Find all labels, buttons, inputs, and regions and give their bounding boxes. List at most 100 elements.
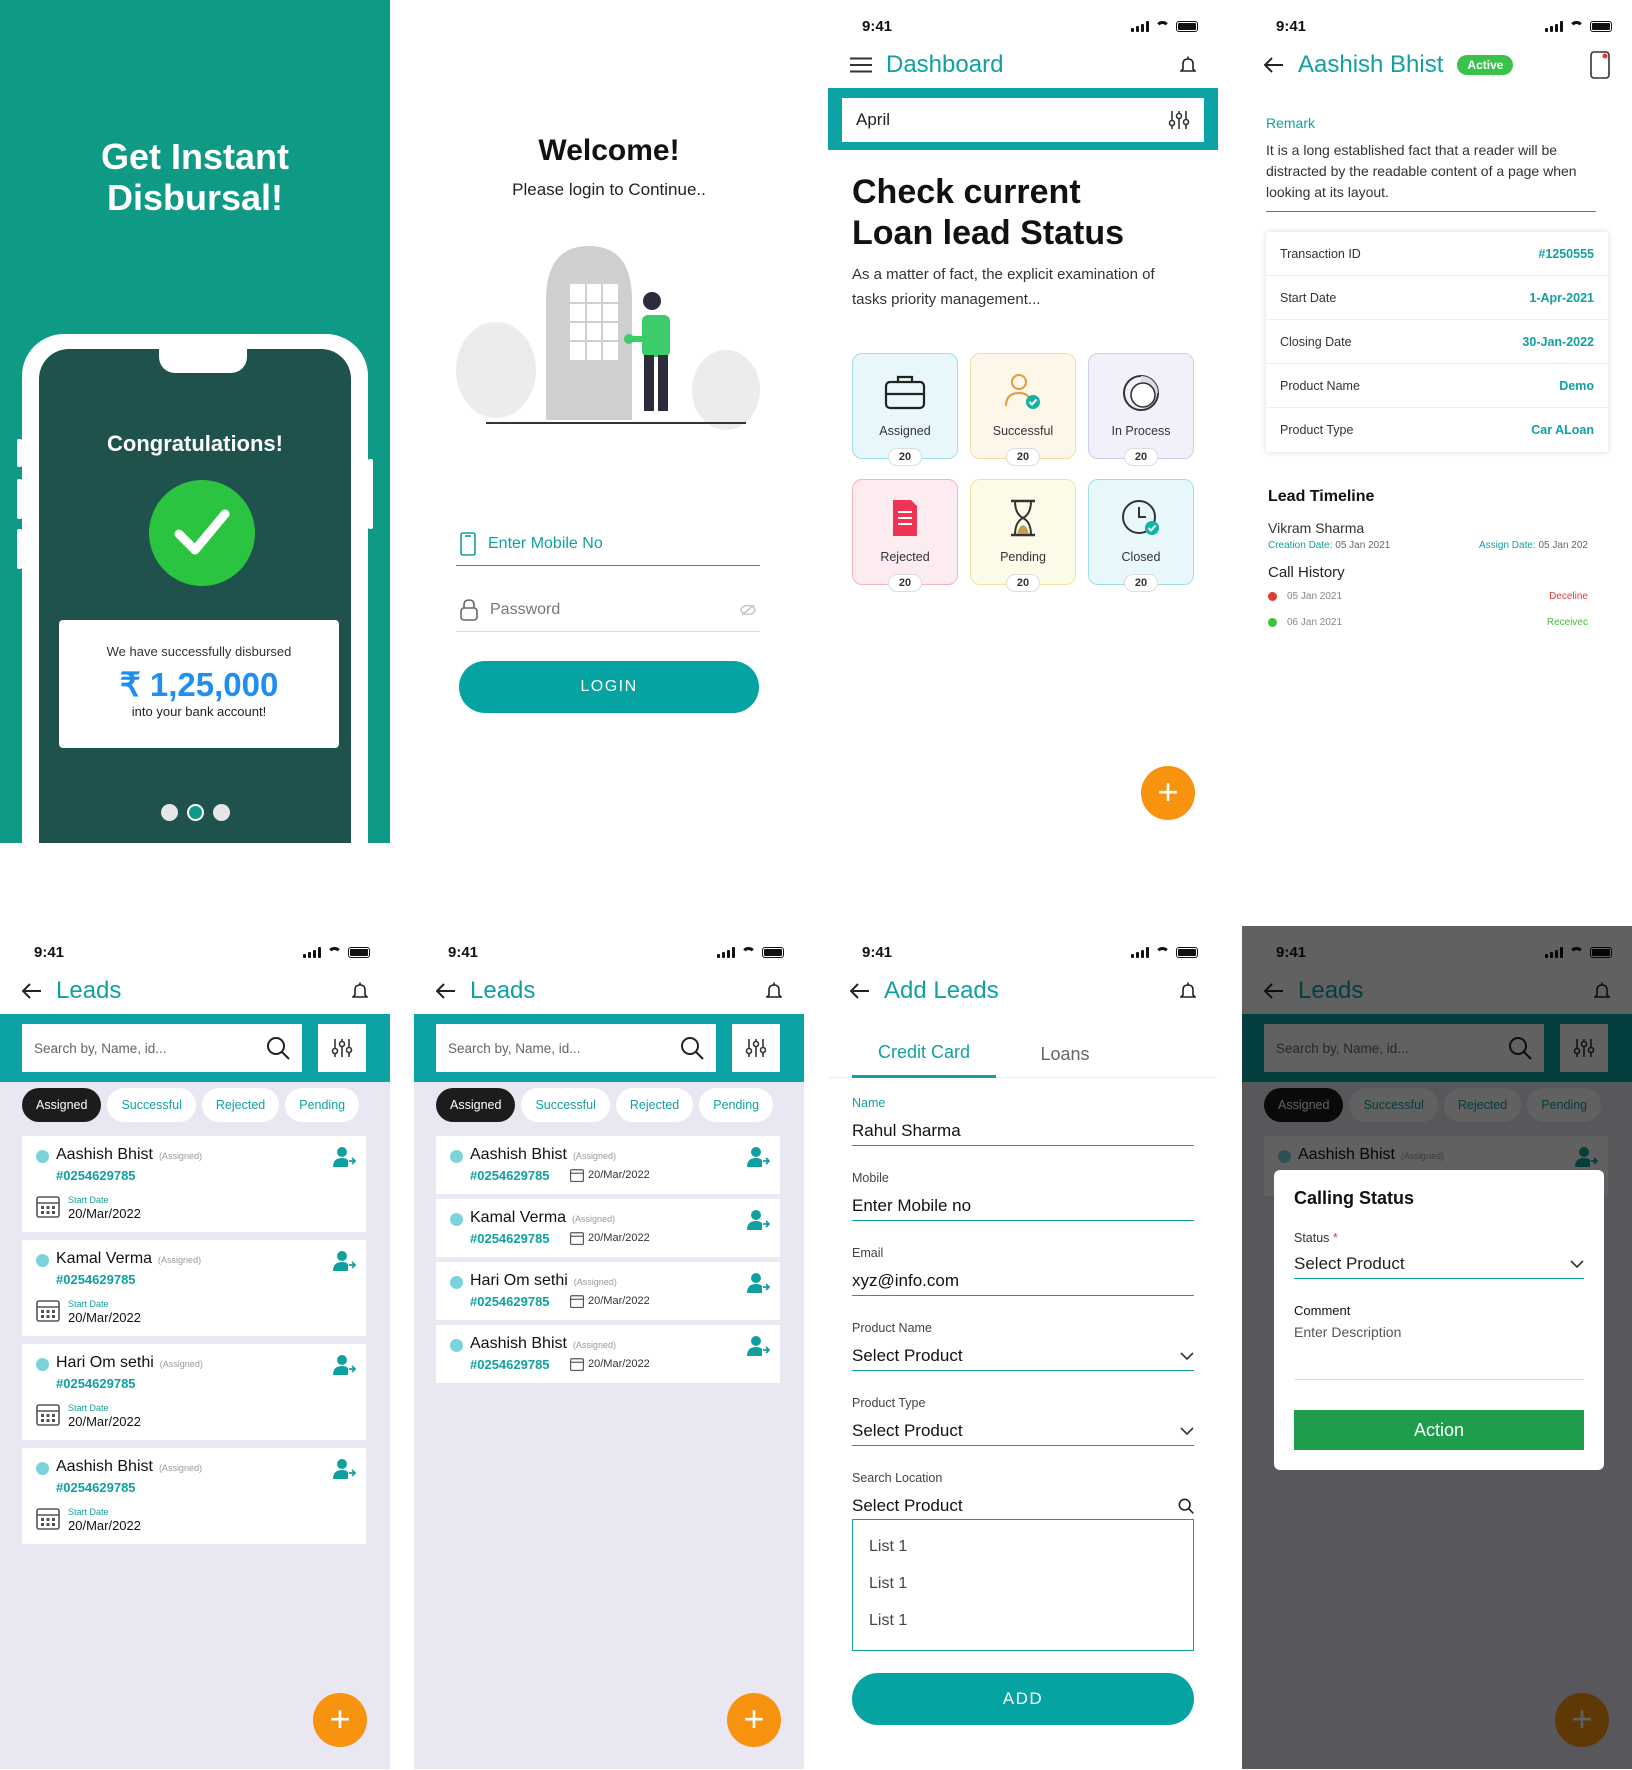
lead-card[interactable]: Kamal Verma (Assigned) #0254629785 Start …: [22, 1240, 366, 1336]
wifi-icon: [1155, 20, 1170, 32]
location-input[interactable]: Select Product: [852, 1491, 1194, 1521]
start-date: 20/Mar/2022: [588, 1232, 650, 1244]
search-icon[interactable]: [266, 1036, 290, 1060]
product-name-select[interactable]: Select Product: [852, 1341, 1194, 1371]
status-tile-successful[interactable]: Successful 20: [970, 353, 1076, 466]
lead-card[interactable]: Aashish Bhist (Assigned) #0254629785 Star…: [22, 1136, 366, 1232]
password-field[interactable]: Password: [456, 588, 760, 632]
chip-pending[interactable]: Pending: [699, 1088, 774, 1122]
action-button[interactable]: Action: [1294, 1410, 1584, 1450]
assign-user-icon[interactable]: [746, 1335, 770, 1357]
back-arrow-icon[interactable]: [436, 983, 456, 999]
status-select[interactable]: Select Product: [1294, 1249, 1584, 1279]
wifi-icon: [1569, 20, 1584, 32]
chip-successful[interactable]: Successful: [107, 1088, 196, 1122]
comment-input[interactable]: Enter Description: [1294, 1324, 1584, 1380]
lead-id: #0254629785: [470, 1357, 550, 1372]
search-input[interactable]: Search by, Name, id...: [436, 1024, 716, 1072]
info-row-transaction-id: Transaction ID #1250555: [1266, 232, 1608, 276]
mobile-input[interactable]: Enter Mobile no: [852, 1191, 1194, 1221]
back-arrow-icon[interactable]: [22, 983, 42, 999]
add-lead-fab[interactable]: +: [727, 1693, 781, 1747]
success-check-icon: [149, 480, 255, 586]
assign-user-icon[interactable]: [332, 1250, 356, 1272]
list-item[interactable]: List 1: [869, 1602, 1177, 1639]
add-lead-fab[interactable]: +: [1141, 766, 1195, 820]
name-input[interactable]: Rahul Sharma: [852, 1116, 1194, 1146]
list-item[interactable]: List 1: [869, 1565, 1177, 1602]
chip-assigned[interactable]: Assigned: [22, 1088, 102, 1122]
login-button[interactable]: LOGIN: [459, 661, 759, 713]
back-arrow-icon[interactable]: [850, 983, 870, 999]
status-tile-pending[interactable]: Pending 20: [970, 479, 1076, 592]
chip-rejected[interactable]: Rejected: [201, 1088, 280, 1122]
app-header: Leads: [436, 974, 782, 1008]
info-row-closing-date: Closing Date 30-Jan-2022: [1266, 320, 1608, 364]
bell-icon[interactable]: [352, 982, 368, 1000]
list-item[interactable]: List 1: [869, 1528, 1177, 1565]
assign-user-icon[interactable]: [746, 1146, 770, 1168]
status-icons: [303, 946, 370, 958]
add-lead-fab[interactable]: +: [313, 1693, 367, 1747]
modal-title: Calling Status: [1294, 1188, 1415, 1208]
assign-user-icon[interactable]: [746, 1272, 770, 1294]
mobile-input[interactable]: Enter Mobile No: [488, 535, 603, 553]
phone-call-icon[interactable]: [1590, 51, 1610, 79]
search-icon[interactable]: [680, 1036, 704, 1060]
menu-icon[interactable]: [850, 57, 872, 73]
tab-loans[interactable]: Loans: [1004, 1030, 1126, 1078]
search-icon[interactable]: [1178, 1498, 1194, 1514]
chip-assigned[interactable]: Assigned: [436, 1088, 516, 1122]
mobile-field[interactable]: Mobile Enter Mobile no: [852, 1171, 1194, 1221]
eye-off-icon[interactable]: [740, 604, 756, 616]
filter-button[interactable]: [732, 1024, 780, 1072]
lead-card[interactable]: Aashish Bhist (Assigned) #0254629785 20/M…: [436, 1136, 780, 1194]
lead-card[interactable]: Aashish Bhist (Assigned) #0254629785 20/M…: [436, 1325, 780, 1383]
bell-icon[interactable]: [1180, 56, 1196, 74]
back-arrow-icon[interactable]: [1264, 57, 1284, 73]
chip-successful[interactable]: Successful: [521, 1088, 610, 1122]
assign-user-icon[interactable]: [332, 1354, 356, 1376]
lead-card[interactable]: Hari Om sethi (Assigned) #0254629785 Star…: [22, 1344, 366, 1440]
phone-icon: [460, 531, 476, 556]
phone-button: [17, 529, 22, 569]
mobile-field[interactable]: Enter Mobile No: [456, 522, 760, 566]
lead-card[interactable]: Aashish Bhist (Assigned) #0254629785 Star…: [22, 1448, 366, 1544]
password-input[interactable]: Password: [490, 601, 728, 619]
status-tile-rejected[interactable]: Rejected 20: [852, 479, 958, 592]
email-input[interactable]: xyz@info.com: [852, 1266, 1194, 1296]
search-input[interactable]: Search by, Name, id...: [22, 1024, 302, 1072]
page-dot-active[interactable]: [186, 804, 204, 821]
chip-pending[interactable]: Pending: [285, 1088, 360, 1122]
filter-sliders-icon[interactable]: [1168, 110, 1190, 130]
email-field[interactable]: Email xyz@info.com: [852, 1246, 1194, 1296]
call-history-row: 06 Jan 2021 Receivec: [1268, 617, 1588, 628]
call-status: Receivec: [1546, 617, 1588, 628]
status-tile-in-process[interactable]: In Process 20: [1088, 353, 1194, 466]
add-button[interactable]: ADD: [852, 1673, 1194, 1725]
page-dot[interactable]: [212, 804, 230, 821]
tab-credit-card[interactable]: Credit Card: [852, 1030, 996, 1078]
status-tile-assigned[interactable]: Assigned 20: [852, 353, 958, 466]
bell-icon[interactable]: [1180, 982, 1196, 1000]
name-field[interactable]: Name Rahul Sharma: [852, 1096, 1194, 1146]
bell-icon[interactable]: [766, 982, 782, 1000]
chip-rejected[interactable]: Rejected: [615, 1088, 694, 1122]
product-type-select[interactable]: Select Product: [852, 1416, 1194, 1446]
assign-user-icon[interactable]: [746, 1209, 770, 1231]
product-type-field[interactable]: Product Type Select Product: [852, 1396, 1194, 1446]
status-label: Status *: [1294, 1231, 1338, 1245]
assign-user-icon[interactable]: [332, 1146, 356, 1168]
month-selector[interactable]: April: [842, 98, 1204, 142]
filter-button[interactable]: [318, 1024, 366, 1072]
product-name-field[interactable]: Product Name Select Product: [852, 1321, 1194, 1371]
page-dot[interactable]: [160, 804, 178, 821]
location-field[interactable]: Search Location Select Product: [852, 1471, 1194, 1521]
lead-card[interactable]: Kamal Verma (Assigned) #0254629785 20/Mar…: [436, 1199, 780, 1257]
status-time: 9:41: [862, 17, 893, 35]
info-row-product-name: Product Name Demo: [1266, 364, 1608, 408]
required-mark: *: [1332, 1231, 1338, 1245]
lead-card[interactable]: Hari Om sethi (Assigned) #0254629785 20/M…: [436, 1262, 780, 1320]
assign-user-icon[interactable]: [332, 1458, 356, 1480]
status-tile-closed[interactable]: Closed 20: [1088, 479, 1194, 592]
